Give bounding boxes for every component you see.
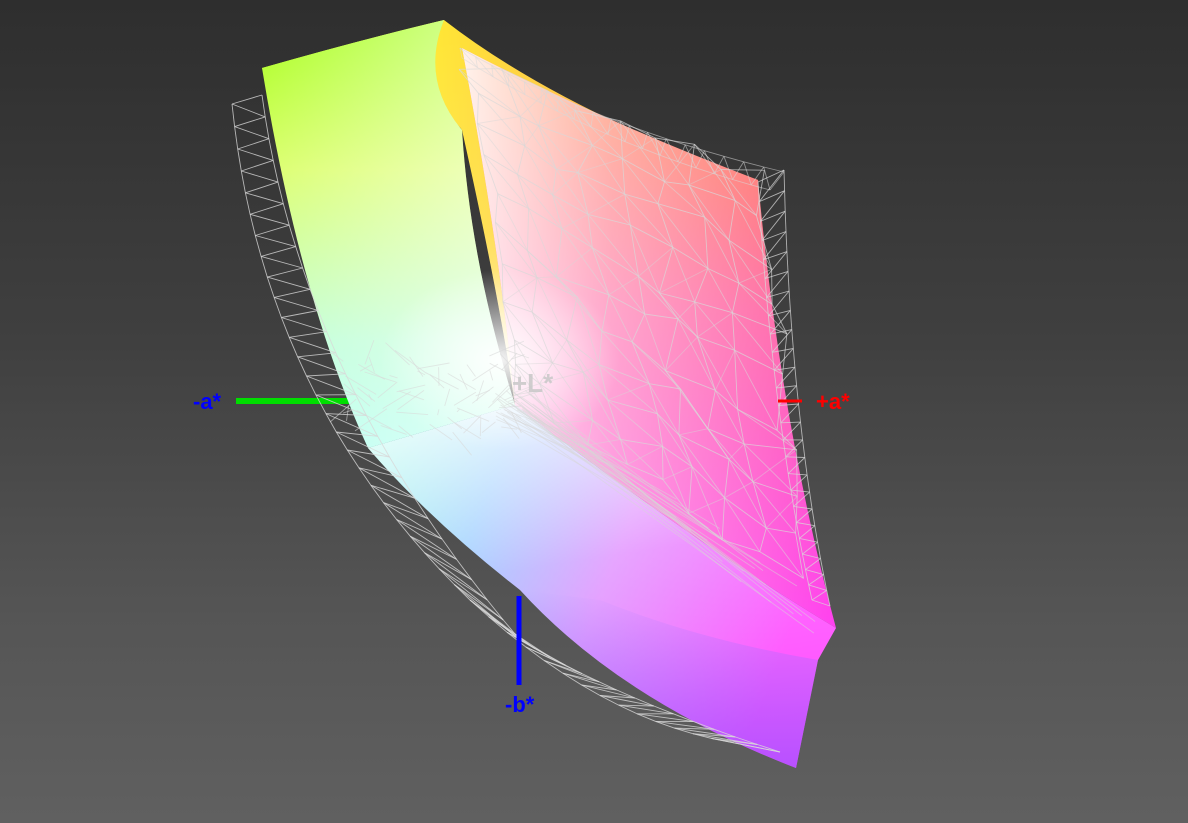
neg-a-axis-label: -a* bbox=[193, 389, 222, 414]
pos-l-axis-label: +L* bbox=[512, 368, 554, 398]
gamut-3d-viewport[interactable]: -a* +a* -b* +L* bbox=[0, 0, 1188, 823]
pos-a-axis-label: +a* bbox=[816, 389, 850, 414]
gamut-scene: -a* +a* -b* +L* bbox=[193, 20, 850, 768]
neg-b-axis-label: -b* bbox=[505, 692, 535, 717]
